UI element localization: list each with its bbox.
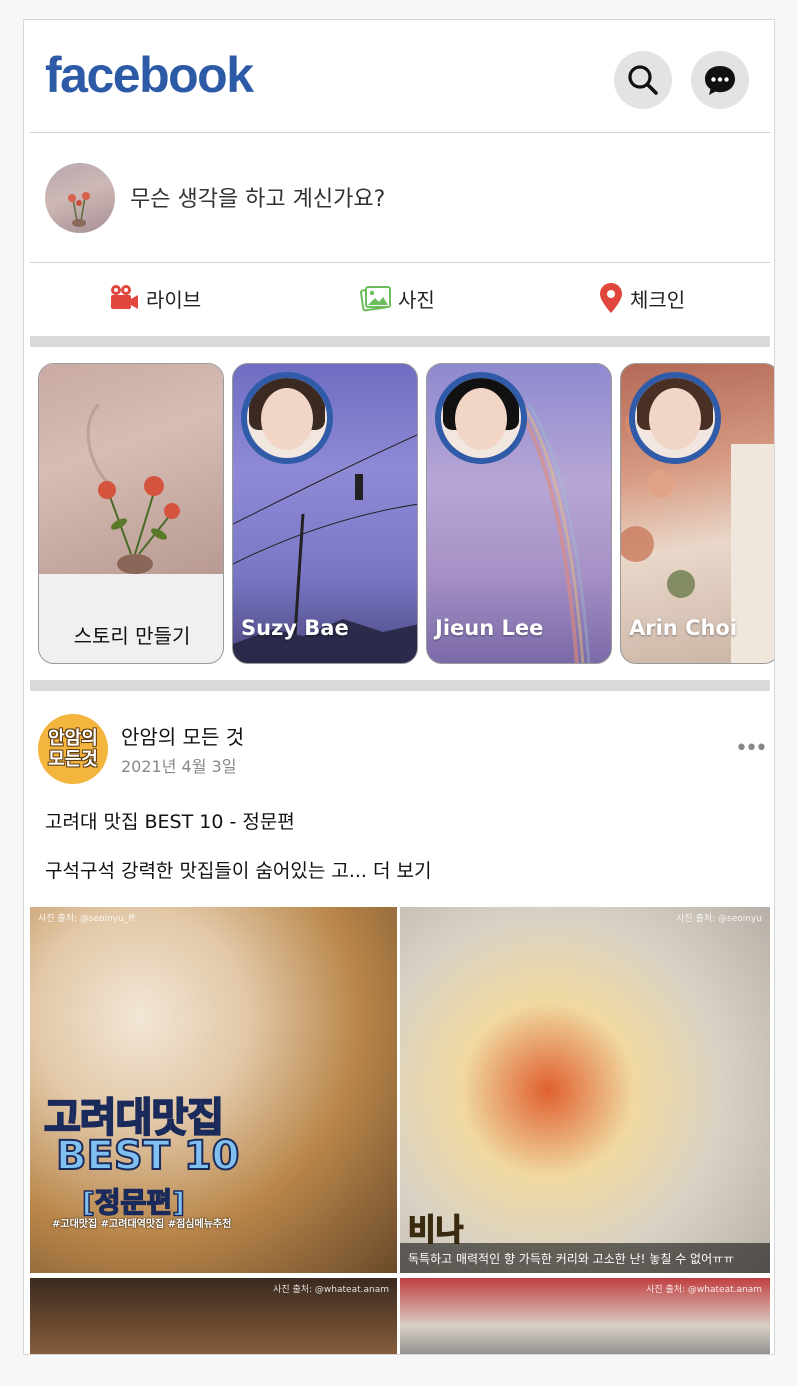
post-title: 고려대 맛집 BEST 10 - 정문편 <box>45 811 295 833</box>
story-avatar <box>241 372 333 464</box>
story-card[interactable]: Jieun Lee <box>426 363 612 664</box>
video-camera-icon <box>111 285 138 309</box>
image-caption: 독특하고 매력적인 향 가득한 커리와 고소한 난! 놓칠 수 없어ㅠㅠ <box>400 1243 770 1273</box>
section-separator <box>30 680 770 691</box>
image-credit: 사진 출처: @whateat.anam <box>273 1285 389 1295</box>
checkin-button[interactable]: 체크인 <box>598 282 685 314</box>
location-pin-icon <box>600 283 622 313</box>
search-icon <box>628 65 658 95</box>
story-name: Jieun Lee <box>435 616 544 640</box>
image-credit: 사진 출처: @seoinyu <box>676 914 762 924</box>
photo-icon <box>360 286 391 312</box>
create-story-label: 스토리 만들기 <box>73 624 191 648</box>
search-button[interactable] <box>614 51 672 109</box>
post-image[interactable]: 사진 출처: @whateat.anam <box>400 1278 770 1354</box>
post-image[interactable]: 사진 출처: @seoinyu_ff 고려대맛집 BEST 10 [정문편] #… <box>30 907 397 1273</box>
page-avatar-text: 모든것 <box>48 749 98 770</box>
post-image[interactable]: 사진 출처: @whateat.anam <box>30 1278 397 1354</box>
photo-button[interactable]: 사진 <box>360 282 435 314</box>
live-label: 라이브 <box>146 287 202 312</box>
create-story-card[interactable]: 스토리 만들기 <box>38 363 224 664</box>
post-timestamp[interactable]: 2021년 4월 3일 <box>121 753 236 777</box>
story-card[interactable]: Suzy Bae <box>232 363 418 664</box>
facebook-logo[interactable]: facebook <box>45 46 254 104</box>
image-hashtags: #고대맛집 #고려대역맛집 #점심메뉴추천 <box>52 1219 232 1230</box>
story-avatar <box>435 372 527 464</box>
checkin-label: 체크인 <box>630 287 686 312</box>
page-avatar[interactable]: 안암의 모든것 <box>38 714 108 784</box>
post-body[interactable]: 구석구석 강력한 맛집들이 숨어있는 고... 더 보기 <box>45 856 431 883</box>
image-credit: 사진 출처: @whateat.anam <box>646 1285 762 1295</box>
story-avatar <box>629 372 721 464</box>
story-name: Arin Choi <box>629 616 738 640</box>
header-divider <box>30 132 770 133</box>
story-card[interactable]: Arin Choi <box>620 363 774 664</box>
live-button[interactable]: 라이브 <box>108 282 201 314</box>
composer-divider <box>30 262 770 263</box>
section-separator <box>30 336 770 347</box>
post-image[interactable]: 사진 출처: @seoinyu 비나 독특하고 매력적인 향 가득한 커리와 고… <box>400 907 770 1273</box>
more-options-icon[interactable]: ••• <box>735 736 768 761</box>
app-frame: facebook 무슨 생각을 하고 계신가요? 라이브 사진 체크인 스토리 … <box>23 19 775 1355</box>
story-name: Suzy Bae <box>241 616 349 640</box>
photo-label: 사진 <box>398 287 435 312</box>
image-credit: 사진 출처: @seoinyu_ff <box>38 914 135 924</box>
top-bar: facebook <box>24 20 774 133</box>
messenger-button[interactable] <box>691 51 749 109</box>
user-avatar[interactable] <box>45 163 115 233</box>
rose-vase-icon <box>86 402 180 574</box>
image-overlay-text: BEST 10 <box>55 1132 240 1180</box>
page-avatar-text: 안암의 <box>48 728 98 749</box>
status-composer-input[interactable]: 무슨 생각을 하고 계신가요? <box>130 181 385 213</box>
post-author[interactable]: 안암의 모든 것 <box>121 721 244 750</box>
chat-bubble-icon <box>705 66 735 95</box>
flower-image-icon <box>68 192 90 227</box>
story-background-image <box>39 364 223 574</box>
